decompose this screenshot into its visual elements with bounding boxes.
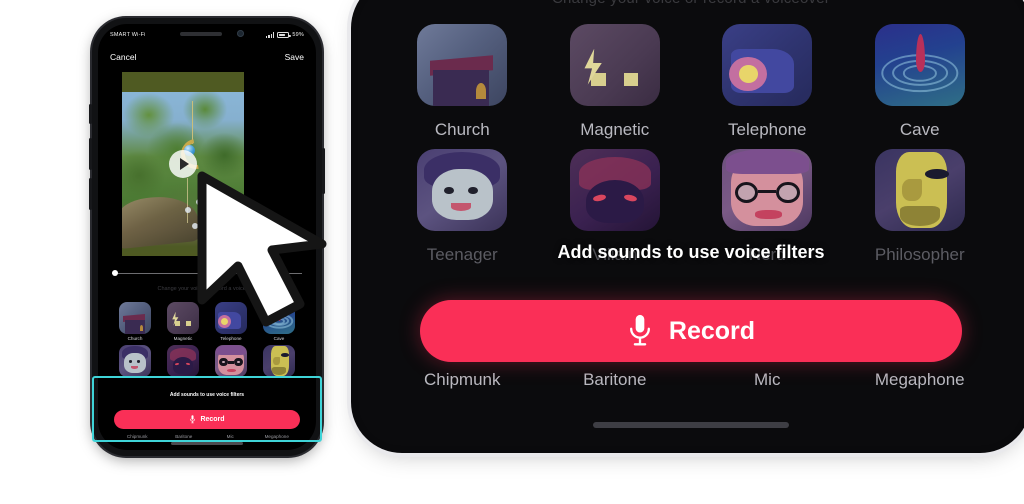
save-button[interactable]: Save (285, 52, 304, 62)
phone-subtitle: Change your voice or record a voiceover (157, 286, 257, 292)
phone-mockup: SMART Wi-Fi 59% Cancel Save Change your … (89, 18, 325, 456)
phone-notch (148, 24, 266, 44)
filter-label: Telephone (728, 120, 807, 139)
filter-label: Megaphone (264, 434, 289, 439)
filter-item-cave[interactable]: Cave (258, 302, 300, 341)
philosopher-face-icon (263, 345, 295, 377)
status-bar-carrier: SMART Wi-Fi (110, 32, 146, 38)
filter-item-teenager[interactable] (114, 345, 156, 377)
telephone-icon (215, 302, 247, 334)
voice-filter-grid: Church Magnetic Telephone Cave Teenager … (386, 24, 996, 274)
filter-item-telephone[interactable]: Telephone (210, 302, 252, 341)
phone-overlay-message: Add sounds to use voice filters (169, 392, 245, 398)
filter-label: Megaphone (874, 370, 965, 389)
phone-voice-filter-grid: Church Magnetic Telephone Cave (114, 302, 300, 377)
cave-ripple-icon (263, 302, 295, 334)
nerd-glasses-icon (722, 149, 813, 231)
earpiece-speaker (180, 32, 222, 36)
front-camera (237, 30, 244, 37)
filter-label: Baritone (175, 434, 193, 439)
filter-item-magnetic[interactable]: Magnetic (162, 302, 204, 341)
timeline-track (112, 273, 302, 275)
filter-label: Mic (754, 370, 781, 389)
filter-label: Cave (899, 120, 940, 139)
record-button[interactable]: Record (114, 410, 300, 429)
filter-label: Baritone (583, 370, 647, 389)
filter-item-church[interactable]: Church (386, 24, 539, 140)
teenager-face-icon (417, 149, 508, 231)
phone-screen: SMART Wi-Fi 59% Cancel Save Change your … (98, 24, 316, 450)
phone-bottom-filter-labels: Chipmunk Baritone Mic Megaphone (114, 434, 300, 439)
filter-item-villain[interactable] (162, 345, 204, 377)
filter-item-church[interactable]: Church (114, 302, 156, 341)
filter-label: Telephone (220, 336, 242, 341)
battery-icon (277, 32, 291, 38)
church-icon (417, 24, 508, 106)
status-bar-indicators: 59% (265, 32, 304, 38)
zoom-panel-overlay-message: Add sounds to use voice filters (557, 242, 825, 262)
filter-label: Mic (226, 434, 234, 439)
zoomed-detail-panel: Change your voice or record a voiceover … (358, 0, 1024, 446)
dark-face-icon (569, 149, 660, 231)
filter-label: Church (434, 120, 490, 139)
filter-item-telephone[interactable]: Telephone (691, 24, 844, 140)
filter-label: Church (127, 336, 143, 341)
home-indicator (593, 422, 789, 428)
filter-item-cave[interactable]: Cave (844, 24, 997, 140)
play-icon[interactable] (169, 150, 197, 178)
zoom-panel-subtitle: Change your voice or record a voiceover (358, 0, 1024, 7)
home-indicator (171, 442, 243, 445)
phone-power-button[interactable] (322, 148, 325, 194)
teenager-face-icon (119, 345, 151, 377)
cave-ripple-icon (874, 24, 965, 106)
voice-filter-row-3-labels: Chipmunk Baritone Mic Megaphone (386, 370, 996, 390)
filter-item-philosopher[interactable] (258, 345, 300, 377)
mic-icon (629, 314, 650, 346)
cancel-button[interactable]: Cancel (110, 52, 136, 62)
filter-label: Magnetic (173, 336, 193, 341)
filter-item-nerd[interactable] (210, 345, 252, 377)
screenshot-root: SMART Wi-Fi 59% Cancel Save Change your … (0, 0, 1024, 504)
filter-label: Chipmunk (423, 370, 501, 389)
signal-strength-icon (265, 32, 275, 38)
magnet-icon (569, 24, 660, 106)
voice-filter-row-1: Church Magnetic Telephone Cave (386, 24, 996, 140)
filter-label: Cave (273, 336, 285, 341)
telephone-icon (722, 24, 813, 106)
phone-volume-down-button[interactable] (89, 178, 92, 210)
video-preview[interactable] (122, 72, 244, 256)
timeline-handle[interactable] (112, 270, 118, 276)
phone-mute-switch[interactable] (89, 104, 92, 124)
mic-icon (190, 415, 196, 424)
nerd-glasses-icon (215, 345, 247, 377)
filter-item-magnetic[interactable]: Magnetic (539, 24, 692, 140)
filter-label: Chipmunk (126, 434, 148, 439)
philosopher-face-icon (874, 149, 965, 231)
record-button-label: Record (200, 416, 225, 423)
battery-percent-label: 59% (292, 32, 304, 38)
phone-nav-bar: Cancel Save (98, 46, 316, 68)
phone-volume-up-button[interactable] (89, 138, 92, 170)
magnet-icon (167, 302, 199, 334)
record-button[interactable]: Record (420, 300, 962, 362)
dark-face-icon (167, 345, 199, 377)
record-button-label: Record (668, 316, 756, 345)
church-icon (119, 302, 151, 334)
filter-label: Magnetic (580, 120, 650, 139)
video-timeline-scrubber[interactable] (112, 270, 302, 278)
